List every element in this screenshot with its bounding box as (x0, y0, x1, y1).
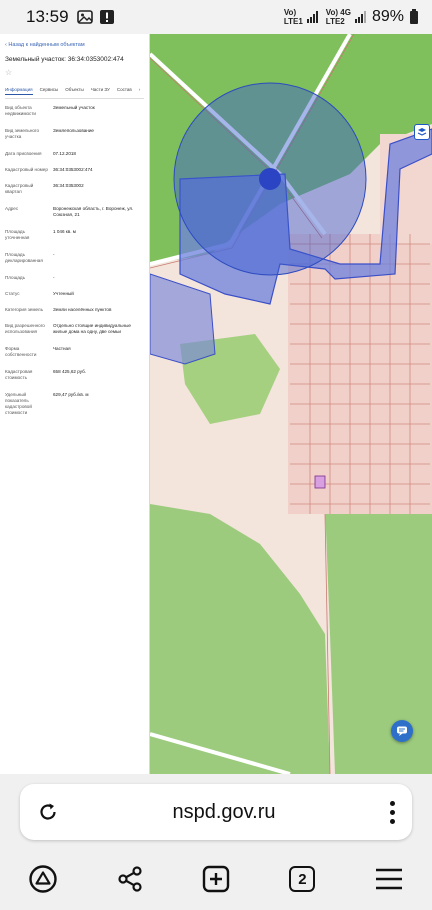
property-row: Статус Учтенный (5, 291, 144, 301)
status-bar: 13:59 Vo) LTE1 Vo) 4G LTE2 89% (0, 0, 432, 34)
home-button[interactable] (23, 859, 63, 899)
property-row: Удельный показатель кадастровой стоимост… (5, 392, 144, 416)
property-row: Кадастровая стоимость 658 425,62 руб. (5, 369, 144, 386)
property-value: - (53, 275, 55, 280)
property-row: Вид объекта недвижимости Земельный участо… (5, 105, 144, 122)
property-label: Адрес (5, 206, 19, 211)
add-tab-icon (202, 865, 230, 893)
property-label: Площадь (5, 275, 25, 280)
property-label: Категория земель (5, 307, 43, 312)
reload-button[interactable] (20, 784, 76, 840)
property-value: 1 046 кв. м (53, 229, 76, 234)
sim1-signal-icon (306, 11, 318, 23)
tab-services[interactable]: Сервисы (40, 87, 59, 95)
chat-button[interactable] (391, 720, 413, 742)
tab-objects[interactable]: Объекты (65, 87, 84, 95)
property-label: Кадастровый номер (5, 167, 48, 172)
property-row: Дата присвоения 07.12.2018 (5, 151, 144, 161)
property-label: Площадь уточненная (5, 229, 30, 240)
info-panel: ‹ Назад к найденным объектам Земельный у… (0, 34, 150, 774)
property-value: Земли населённых пунктов (53, 307, 112, 312)
property-row: Вид земельного участка Землепользование (5, 128, 144, 145)
property-value: - (53, 252, 55, 257)
property-row: Площадь уточненная 1 046 кв. м (5, 229, 144, 246)
property-row: Площадь - (5, 275, 144, 285)
property-row: Кадастровый номер 36:34:0353002:474 (5, 167, 144, 177)
property-value: 07.12.2018 (53, 151, 76, 156)
favorite-star-icon[interactable]: ☆ (5, 68, 144, 77)
property-value: Землепользование (53, 128, 94, 133)
photo-icon (76, 10, 93, 24)
property-row: Кадастровый квартал 36:34:0353002 (5, 183, 144, 200)
tab-parts[interactable]: Части ЗУ (91, 87, 110, 95)
sim2-volte: Vo) 4G (325, 8, 351, 17)
location-marker[interactable] (259, 168, 281, 190)
tabs-count: 2 (289, 866, 316, 892)
property-row: Площадь декларированная - (5, 252, 144, 269)
browser-toolbar: nspd.gov.ru 2 (0, 774, 432, 910)
more-vertical-icon[interactable] (372, 784, 412, 840)
property-label: Статус (5, 291, 20, 296)
property-row: Категория земель Земли населённых пунктов (5, 307, 144, 317)
property-value: Частная (53, 346, 71, 351)
reload-icon (40, 803, 56, 820)
panel-tabs: Информация Сервисы Объекты Части ЗУ Сост… (5, 87, 144, 99)
property-value: 36:34:0353002 (53, 183, 84, 188)
property-label: Кадастровая стоимость (5, 369, 33, 380)
share-icon (117, 866, 142, 892)
cadastral-map[interactable] (150, 34, 432, 774)
bottom-nav: 2 (0, 854, 432, 904)
property-value: Отдельно стоящие индивидуальные жилые до… (53, 323, 131, 334)
property-row: Адрес Воронежская область, г. Воронеж, ул… (5, 206, 144, 223)
property-list: Вид объекта недвижимости Земельный участо… (5, 105, 144, 416)
property-label: Дата присвоения (5, 151, 42, 156)
alert-icon (99, 10, 114, 24)
sim2-lte: LTE2 (325, 17, 345, 26)
property-value: Учтенный (53, 291, 74, 296)
property-value: Воронежская область, г. Воронеж, ул. Сою… (53, 206, 134, 217)
address-bar[interactable]: nspd.gov.ru (20, 784, 412, 840)
property-label: Площадь декларированная (5, 252, 43, 263)
sim2-indicator: Vo) 4G LTE2 (326, 8, 351, 26)
battery-percent: 89% (371, 8, 404, 25)
sim2-signal-icon (354, 11, 366, 23)
tab-composition[interactable]: Состав (117, 87, 132, 95)
tabs-button[interactable]: 2 (282, 859, 322, 899)
green-zone-southeast (325, 484, 432, 774)
browser-logo-icon (29, 865, 57, 893)
property-label: Вид земельного участка (5, 128, 40, 139)
map-layers-icon[interactable] (414, 124, 430, 140)
highlighted-parcel[interactable] (314, 475, 326, 489)
sim1-volte: Vo) (283, 8, 297, 17)
share-button[interactable] (110, 859, 150, 899)
web-content: ‹ Назад к найденным объектам Земельный у… (0, 34, 432, 774)
chat-icon (397, 726, 407, 736)
property-label: Вид объекта недвижимости (5, 105, 36, 116)
sim1-lte: LTE1 (283, 17, 303, 26)
plot-title: Земельный участок: 36:34:0353002:474 (5, 56, 124, 63)
hamburger-icon (375, 868, 402, 890)
url-text[interactable]: nspd.gov.ru (76, 801, 372, 824)
map-canvas[interactable] (150, 34, 432, 774)
tabs-scroll-right-icon[interactable]: › (139, 87, 141, 95)
status-time: 13:59 (26, 7, 69, 26)
battery-icon (410, 8, 418, 24)
sim1-indicator: Vo) LTE1 (284, 8, 303, 26)
tab-info[interactable]: Информация (5, 87, 33, 95)
property-value: 629,47 руб./кв. м (53, 392, 89, 397)
main-menu-button[interactable] (369, 859, 409, 899)
property-label: Форма собственности (5, 346, 37, 357)
property-row: Форма собственности Частная (5, 346, 144, 363)
property-value: Земельный участок (53, 105, 95, 110)
new-tab-button[interactable] (196, 859, 236, 899)
property-label: Вид разрешенного использования (5, 323, 45, 334)
property-value: 658 425,62 руб. (53, 369, 87, 374)
property-label: Кадастровый квартал (5, 183, 34, 194)
property-label: Удельный показатель кадастровой стоимост… (5, 392, 32, 415)
status-right: Vo) LTE1 Vo) 4G LTE2 89% (284, 8, 418, 26)
property-value: 36:34:0353002:474 (53, 167, 93, 172)
property-row: Вид разрешенного использования Отдельно с… (5, 323, 144, 340)
back-to-results-link[interactable]: ‹ Назад к найденным объектам (5, 42, 144, 48)
notification-icons (76, 9, 115, 25)
